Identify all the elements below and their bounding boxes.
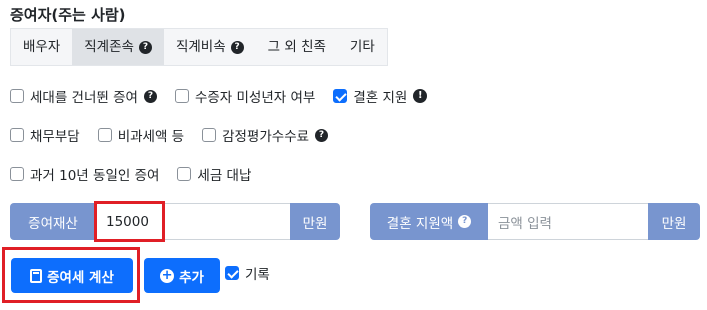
checkbox-label: 과거 10년 동일인 증여 [30, 168, 160, 184]
add-button[interactable]: + 추가 [144, 258, 220, 293]
checkbox-box[interactable] [177, 167, 192, 181]
checkbox-label: 채무부담 [30, 129, 80, 145]
question-circle-icon[interactable]: ? [143, 89, 157, 103]
marriage-support-label-addon: 결혼 지원액 ? [370, 203, 488, 240]
appraisal-fee-checkbox[interactable]: 감정평가수수료 ? [202, 125, 329, 145]
options-row: 채무부담 비과세액 등 감정평가수수료 ? [10, 125, 346, 145]
checkbox-label: 비과세액 등 [117, 129, 185, 145]
marriage-support-label: 결혼 지원액 [386, 215, 454, 232]
options-row: 세대를 건너뛴 증여 ? 수증자 미성년자 여부 결혼 지원 ! [10, 86, 445, 106]
options-row: 과거 10년 동일인 증여 세금 대납 [10, 164, 269, 184]
gift-amount-group: 증여재산 15000 만원 [10, 203, 340, 240]
checkbox-label: 감정평가수수료 [222, 129, 310, 145]
highlight-box [94, 201, 165, 242]
tab-lineal-descendant[interactable]: 직계비속 ? [164, 29, 256, 65]
checkbox-label: 세금 대납 [197, 168, 252, 184]
checkbox-box[interactable] [10, 128, 24, 142]
tab-label: 배우자 [23, 39, 61, 55]
checkbox-box[interactable] [174, 89, 189, 103]
question-circle-icon[interactable]: ? [230, 40, 244, 54]
tab-lineal-ascendant[interactable]: 직계존속 ? [72, 29, 164, 65]
tab-label: 직계비속 [175, 39, 226, 55]
checkbox-box[interactable] [10, 167, 24, 181]
marriage-support-checkbox[interactable]: 결혼 지원 ! [333, 86, 428, 106]
relationship-tabs: 배우자 직계존속 ? 직계비속 ? 그 외 친족 기타 [10, 28, 388, 66]
gift-amount-unit: 만원 [290, 203, 340, 240]
debt-assumption-checkbox[interactable]: 채무부담 [10, 125, 80, 145]
tax-exempt-checkbox[interactable]: 비과세액 등 [97, 125, 185, 145]
add-label: 추가 [179, 269, 204, 286]
checkbox-box[interactable] [225, 266, 239, 280]
checkbox-box[interactable] [97, 128, 112, 142]
tab-label: 직계존속 [84, 39, 134, 55]
generation-skip-checkbox[interactable]: 세대를 건너뛴 증여 ? [10, 86, 157, 106]
tab-other[interactable]: 기타 [338, 29, 387, 65]
checkbox-label: 결혼 지원 [353, 90, 408, 106]
marriage-support-input[interactable]: 금액 입력 [488, 203, 648, 240]
question-circle-icon[interactable]: ? [315, 128, 329, 142]
plus-circle-icon: + [160, 267, 175, 283]
tax-proxy-payment-checkbox[interactable]: 세금 대납 [177, 164, 251, 184]
minor-recipient-checkbox[interactable]: 수증자 미성년자 여부 [174, 86, 316, 106]
gift-amount-label: 증여재산 [10, 203, 96, 240]
tab-label: 기타 [349, 39, 375, 55]
checkbox-label: 세대를 건너뛴 증여 [30, 90, 138, 106]
section-title: 증여자(주는 사람) [10, 6, 126, 24]
exclamation-circle-icon[interactable]: ! [413, 89, 428, 103]
prior-gift-checkbox[interactable]: 과거 10년 동일인 증여 [10, 164, 159, 184]
record-checkbox[interactable]: 기록 [225, 263, 270, 283]
checkbox-box[interactable] [202, 128, 217, 142]
checkbox-box[interactable] [333, 89, 348, 103]
record-label: 기록 [245, 267, 270, 283]
tab-other-relatives[interactable]: 그 외 친족 [256, 29, 338, 65]
marriage-support-unit: 만원 [648, 203, 700, 240]
checkbox-label: 수증자 미성년자 여부 [194, 90, 316, 106]
tab-spouse[interactable]: 배우자 [11, 29, 72, 65]
question-circle-icon[interactable]: ? [458, 215, 472, 228]
tab-label: 그 외 친족 [267, 39, 326, 55]
question-circle-icon[interactable]: ? [138, 40, 152, 54]
marriage-support-group: 결혼 지원액 ? 금액 입력 만원 [370, 203, 700, 240]
highlight-box [2, 247, 140, 303]
checkbox-box[interactable] [10, 89, 24, 103]
